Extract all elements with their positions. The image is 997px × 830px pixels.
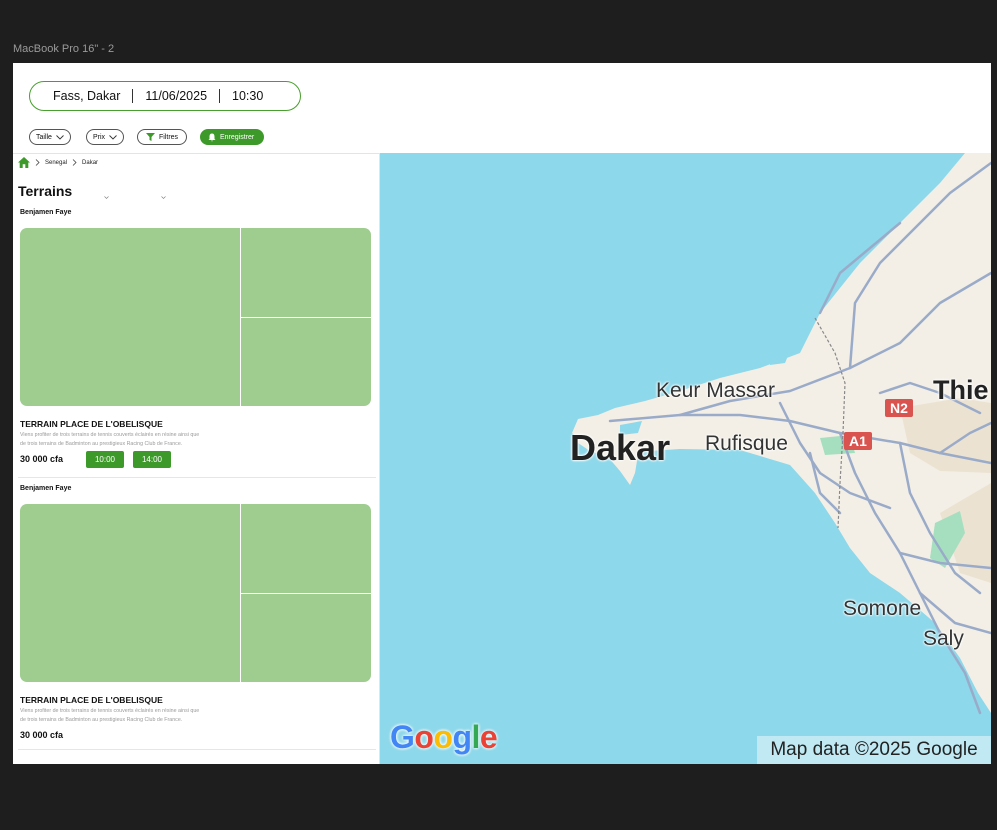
breadcrumb-country[interactable]: Senegal — [45, 160, 67, 166]
price-filter-button[interactable]: Prix — [86, 129, 125, 145]
gallery-photo[interactable] — [241, 317, 371, 406]
breadcrumb-city[interactable]: Dakar — [82, 160, 98, 166]
card-divider — [18, 477, 376, 478]
google-logo: Google — [390, 719, 498, 756]
app-frame: Fass, Dakar 11/06/2025 10:30 Taille Prix… — [13, 63, 991, 764]
map-attribution[interactable]: Map data ©2025 Google — [757, 736, 991, 764]
terrain-description: Viens profiter de trois terrains de tenn… — [20, 432, 200, 438]
chevron-right-icon — [72, 159, 77, 166]
time-field[interactable]: 10:30 — [220, 89, 275, 103]
time-slot-button[interactable]: 10:00 — [86, 451, 124, 468]
google-logo-letter: G — [390, 719, 415, 755]
size-filter-label: Taille — [36, 133, 52, 141]
google-logo-letter: e — [479, 719, 498, 755]
terrain-title[interactable]: TERRAIN PLACE DE L'OBELISQUE — [20, 695, 163, 705]
google-logo-letter: o — [414, 719, 434, 755]
chevron-down-icon[interactable] — [161, 196, 166, 199]
filters-label: Filtres — [159, 133, 179, 141]
gallery-photo[interactable] — [241, 228, 371, 317]
map-label-saly: Saly — [923, 627, 964, 650]
road-shield-a1: A1 — [844, 432, 872, 450]
map-label-keur-massar: Keur Massar — [656, 379, 776, 402]
home-icon[interactable] — [18, 157, 30, 168]
terrain-price: 30 000 cfa — [20, 454, 64, 464]
chevron-down-icon[interactable] — [104, 196, 109, 199]
chevron-down-icon — [56, 134, 64, 140]
map-view[interactable]: Keur Massar Dakar Rufisque Thie Somone S… — [380, 153, 991, 764]
photo-gallery[interactable] — [20, 228, 371, 406]
terrain-title[interactable]: TERRAIN PLACE DE L'OBELISQUE — [20, 419, 163, 429]
page-title: Terrains — [18, 183, 73, 199]
terrain-description: de trois terrains de Badminton au presti… — [20, 441, 183, 447]
location-field[interactable]: Fass, Dakar — [30, 89, 132, 103]
terrain-description: de trois terrains de Badminton au presti… — [20, 717, 183, 723]
terrain-price: 30 000 cfa — [20, 730, 64, 740]
date-field[interactable]: 11/06/2025 — [133, 89, 219, 103]
gallery-photo[interactable] — [241, 504, 371, 593]
google-logo-letter: g — [452, 719, 472, 755]
owner-name: Benjamen Faye — [20, 209, 72, 216]
search-bar[interactable]: Fass, Dakar 11/06/2025 10:30 — [29, 81, 301, 111]
map-label-rufisque: Rufisque — [705, 432, 788, 455]
chevron-down-icon — [109, 134, 117, 140]
frame-label: MacBook Pro 16" - 2 — [13, 43, 115, 55]
save-search-button[interactable]: Enregistrer — [200, 129, 265, 145]
map-label-somone: Somone — [843, 597, 922, 620]
map-label-thies: Thie — [933, 375, 989, 405]
gallery-photo-main[interactable] — [20, 228, 240, 406]
time-slot-button[interactable]: 14:00 — [133, 451, 171, 468]
map-label-dakar: Dakar — [570, 427, 671, 468]
google-logo-letter: o — [433, 719, 453, 755]
gallery-photo-main[interactable] — [20, 504, 240, 682]
road-shield-n2: N2 — [885, 399, 913, 417]
google-logo-letter: l — [471, 719, 481, 755]
photo-gallery[interactable] — [20, 504, 371, 682]
filters-button[interactable]: Filtres — [137, 129, 188, 145]
owner-name: Benjamen Faye — [20, 485, 72, 492]
terrain-description: Viens profiter de trois terrains de tenn… — [20, 708, 200, 714]
price-filter-label: Prix — [93, 133, 106, 141]
size-filter-button[interactable]: Taille — [29, 129, 71, 145]
results-panel: Senegal Dakar Terrains Benjamen Faye TER… — [13, 153, 380, 764]
map-canvas[interactable] — [380, 153, 991, 764]
bell-icon — [208, 133, 216, 141]
save-search-label: Enregistrer — [220, 133, 255, 141]
breadcrumb: Senegal Dakar — [18, 157, 98, 168]
filter-icon — [146, 133, 155, 141]
gallery-photo[interactable] — [241, 593, 371, 682]
card-divider — [18, 749, 376, 750]
chevron-right-icon — [35, 159, 40, 166]
